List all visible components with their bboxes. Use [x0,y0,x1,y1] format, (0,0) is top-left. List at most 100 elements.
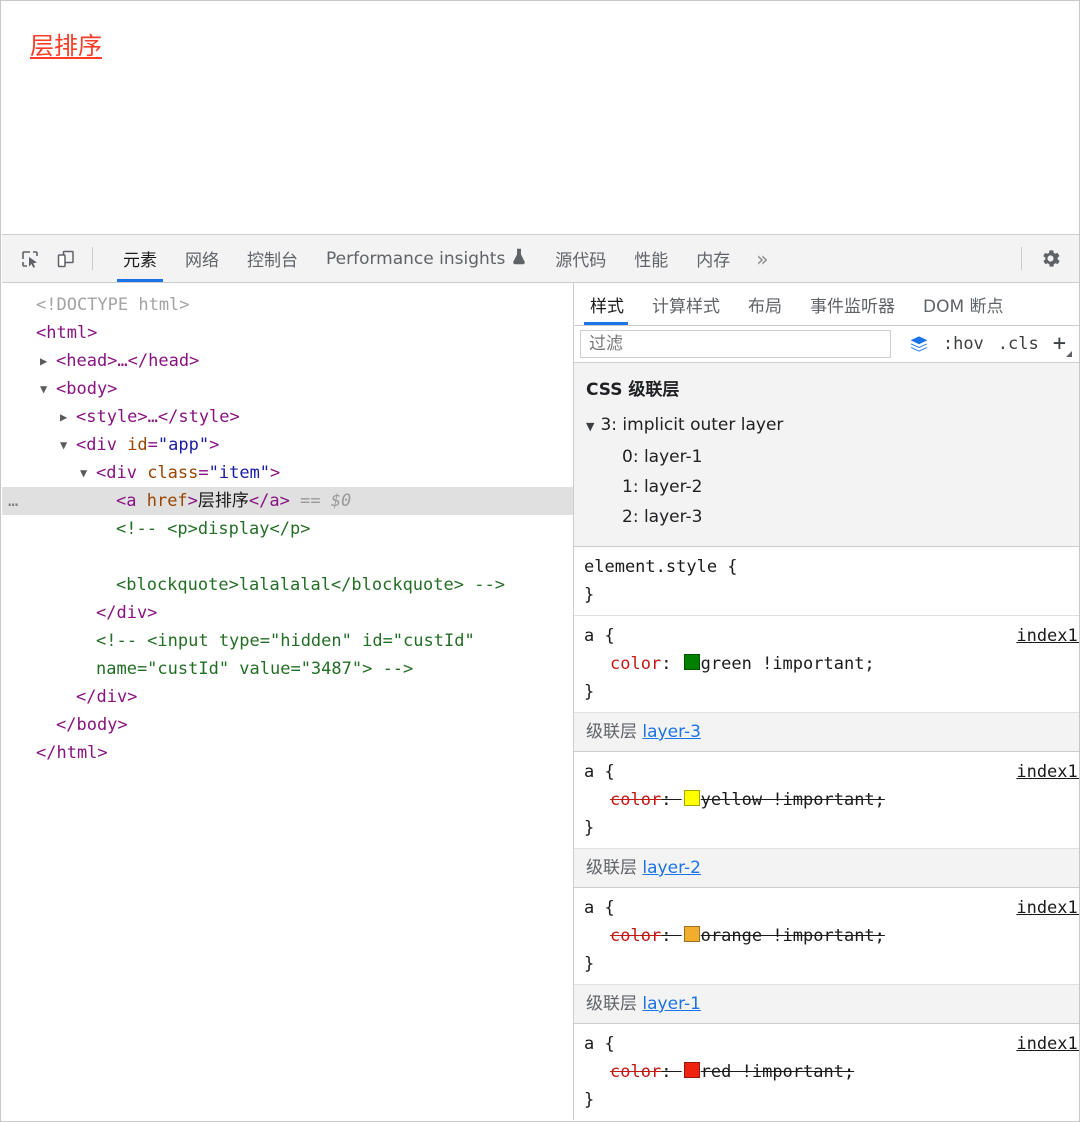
tab-network[interactable]: 网络 [171,235,233,282]
css-rule-origin-link[interactable]: index1. [1016,758,1079,786]
dom-tree-row[interactable]: </div> [2,683,573,711]
chevron-down-icon[interactable]: ▼ [40,375,47,403]
tab-styles[interactable]: 样式 [574,283,638,325]
cls-button[interactable]: .cls [998,334,1039,354]
dom-tree-row[interactable]: </div> [2,599,573,627]
dom-tree-pane[interactable]: <!DOCTYPE html> <html> ▶ <head>…</head> ▼ <bo… [2,283,573,1120]
color-swatch-icon[interactable] [683,790,700,806]
chevron-down-icon[interactable]: ▼ [60,431,67,459]
color-swatch-icon[interactable] [683,654,700,670]
css-rule-origin-link[interactable]: index1. [1016,622,1079,650]
css-rule-block[interactable]: a {index1.color: orange !important;} [574,888,1079,985]
css-rule-selector[interactable]: a [584,1034,594,1054]
css-property-value[interactable]: red !important; [701,1062,855,1082]
css-declaration[interactable]: color: green !important; [584,650,1079,678]
devtools-tab-list: 元素 网络 控制台 Performance insights 源代码 性能 内存… [109,235,781,282]
color-swatch-icon[interactable] [683,1062,700,1078]
tab-performance-insights[interactable]: Performance insights [312,235,541,282]
filter-input[interactable] [580,330,891,358]
dom-tree-row[interactable]: </body> [2,711,573,739]
css-property-name[interactable]: color [610,1062,661,1082]
tab-dom-breakpoints[interactable]: DOM 断点 [909,283,1018,325]
css-rule-open-brace: { [594,762,615,782]
inspect-element-icon[interactable] [16,245,44,273]
css-declaration[interactable]: color: red !important; [584,1058,1079,1086]
device-toolbar-icon[interactable] [52,245,80,273]
dom-tree-row[interactable]: <!DOCTYPE html> [2,291,573,319]
gear-icon[interactable] [1036,245,1064,273]
css-rule-close-brace: } [584,1090,595,1110]
css-rule-block[interactable]: a {index1.color: green !important;} [574,616,1079,713]
dom-tree-row[interactable]: ▶ <style>…</style> [2,403,573,431]
css-declaration[interactable]: color: orange !important; [584,922,1079,950]
dom-tree-row[interactable]: <html> [2,319,573,347]
tab-computed-label: 计算样式 [652,296,720,317]
css-property-value[interactable]: orange !important; [701,926,885,946]
cascade-layer-item-2[interactable]: 2: layer-3 [574,502,1079,532]
tab-sources-label: 源代码 [555,251,607,271]
color-swatch-icon[interactable] [683,926,700,942]
dom-token-tag: <body> [56,379,118,399]
css-property-name[interactable]: color [610,790,661,810]
tab-performance-insights-label: Performance insights [326,248,506,269]
cascade-layers-icon[interactable] [909,335,929,353]
hov-button[interactable]: :hov [943,334,984,354]
page-link-层排序[interactable]: 层排序 [30,31,102,61]
dom-token-tag: <div [76,435,128,455]
css-rule-selector[interactable]: a [584,626,594,646]
dom-tree-row[interactable]: ▼ <div id="app"> [2,431,573,459]
tab-sources[interactable]: 源代码 [541,235,620,282]
dom-tree-row[interactable]: ▼ <div class="item"> [2,459,573,487]
css-rule-block[interactable]: a {index1.color: red !important;} [574,1024,1079,1120]
cascade-layer-root[interactable]: ▼ 3: implicit outer layer [574,410,1079,442]
toolbar-right-group [1007,235,1079,282]
dom-tree-row[interactable]: ▶ <head>…</head> [2,347,573,375]
css-rule-block[interactable]: a {index1.color: yellow !important;} [574,752,1079,849]
css-rule-selector[interactable]: a [584,762,594,782]
rule-layer-link[interactable]: layer-2 [642,858,701,878]
tab-elements[interactable]: 元素 [109,235,171,282]
toolbar-divider-right [1021,247,1022,270]
dom-row-ellipsis-badge[interactable]: … [8,487,19,515]
css-declaration[interactable]: color: yellow !important; [584,786,1079,814]
css-property-value[interactable]: yellow !important; [701,790,885,810]
dom-tree-row[interactable]: <!-- <p>display</p> [2,515,573,543]
tab-computed[interactable]: 计算样式 [638,283,734,325]
chevron-down-icon[interactable]: ▼ [80,459,87,487]
cascade-layers-box: CSS 级联层 ▼ 3: implicit outer layer 0: laye… [574,363,1079,547]
rule-layer-link[interactable]: layer-1 [642,994,701,1014]
tab-console[interactable]: 控制台 [233,235,312,282]
tab-styles-label: 样式 [590,296,624,317]
css-rule-open-brace: { [594,898,615,918]
chevron-down-icon[interactable]: ▼ [586,420,594,433]
tab-performance[interactable]: 性能 [620,235,682,282]
dom-token-comment: <!-- <p>display</p> [116,519,311,539]
chevron-right-icon[interactable]: ▶ [40,347,47,375]
dom-tree-row[interactable]: <!-- <input type="hidden" id="custId" na… [2,627,573,683]
tab-layout[interactable]: 布局 [734,283,796,325]
dom-tree-row[interactable]: … <a href>层排序</a> == $0 [2,487,573,515]
tab-memory[interactable]: 内存 [682,235,744,282]
tab-event-listeners[interactable]: 事件监听器 [796,283,909,325]
dom-tree-row[interactable]: </html> [2,739,573,767]
dom-tree-row[interactable] [2,543,573,571]
add-rule-button[interactable]: + [1053,333,1073,357]
rule-layer-header: 级联层 layer-2 [574,849,1079,888]
cascade-layer-item-1[interactable]: 1: layer-2 [574,472,1079,502]
css-rule-origin-link[interactable]: index1. [1016,894,1079,922]
css-property-name[interactable]: color [610,926,661,946]
css-rule-block[interactable]: element.style {} [574,547,1079,616]
css-property-name[interactable]: color [610,654,661,674]
rule-layer-link[interactable]: layer-3 [642,722,701,742]
css-property-value[interactable]: green !important; [701,654,875,674]
more-tabs-chevron-icon[interactable]: » [744,235,780,282]
css-rule-selector[interactable]: element.style [584,557,717,577]
dom-tree-row[interactable]: ▼ <body> [2,375,573,403]
cascade-layer-item-0[interactable]: 0: layer-1 [574,442,1079,472]
chevron-right-icon[interactable]: ▶ [60,403,67,431]
css-colon: : [661,926,682,946]
css-rule-selector[interactable]: a [584,898,594,918]
dom-tree-row[interactable]: <blockquote>lalalalal</blockquote> --> [2,571,573,599]
css-rule-origin-link[interactable]: index1. [1016,1030,1079,1058]
cascade-layer-root-label: 3: implicit outer layer [600,415,784,435]
